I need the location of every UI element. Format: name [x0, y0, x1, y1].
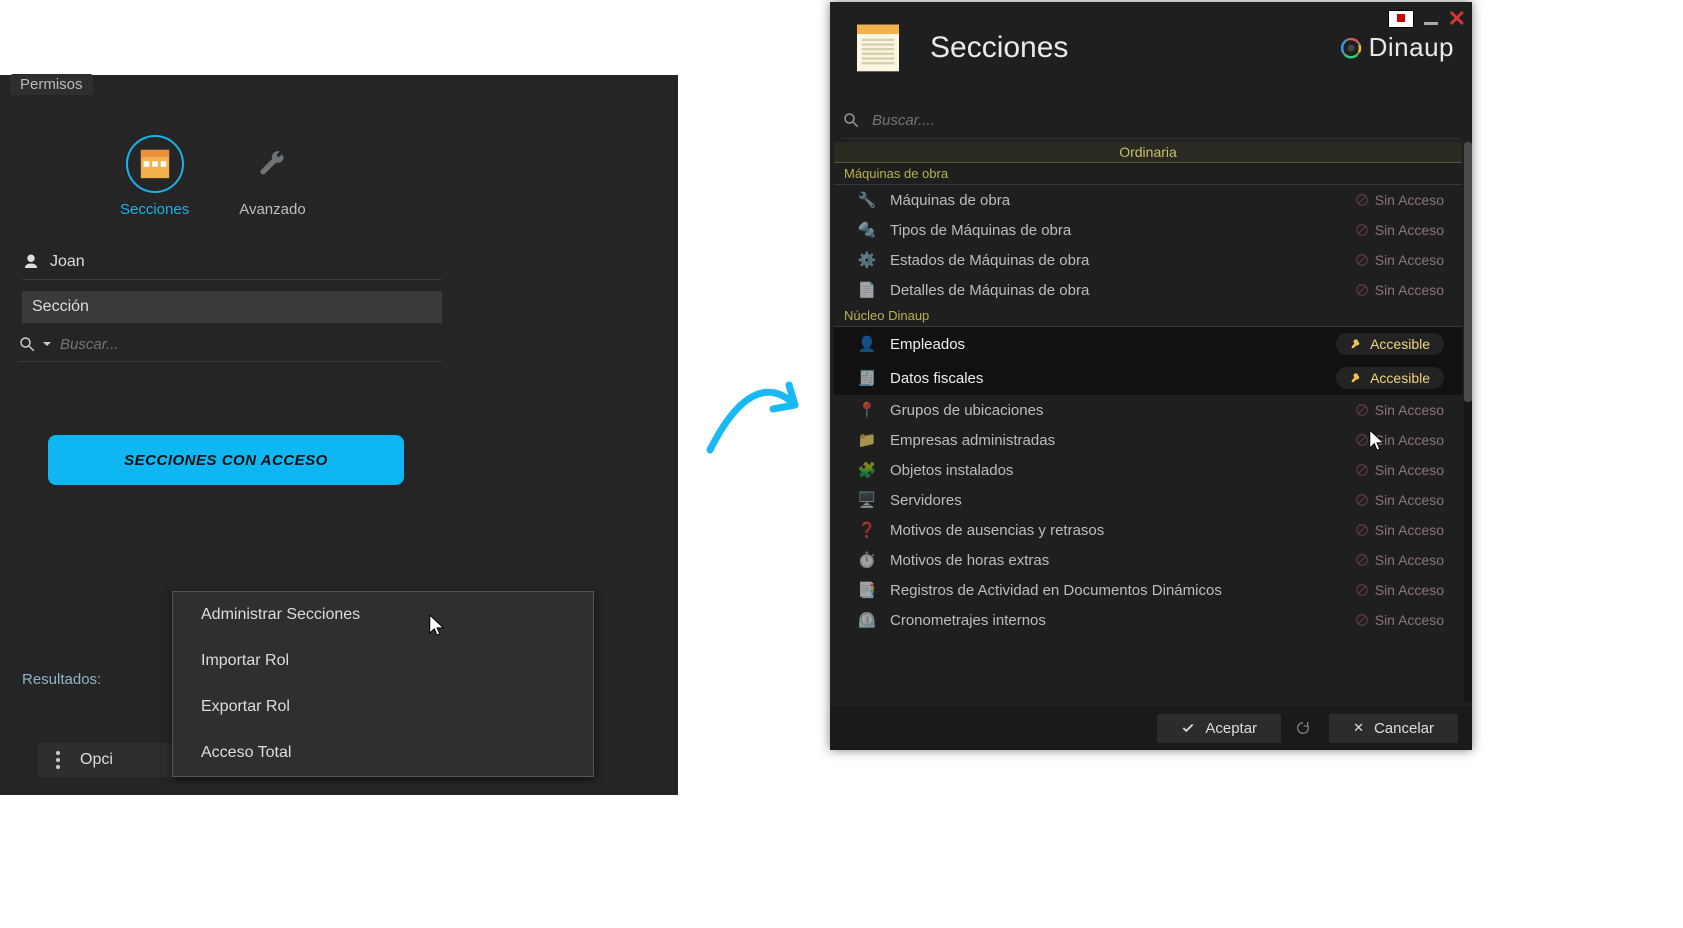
- item-icon: ❓: [856, 521, 878, 539]
- cancel-button[interactable]: ✕ Cancelar: [1329, 714, 1458, 743]
- gear-icon: [1339, 36, 1363, 60]
- mode-switch: Secciones Avanzado: [120, 135, 306, 218]
- list-item[interactable]: 🔩 Tipos de Máquinas de obra Sin Acceso: [834, 215, 1462, 245]
- status-badge: Sin Acceso: [1355, 582, 1444, 598]
- list-item[interactable]: ⏲️ Cronometrajes internos Sin Acceso: [834, 605, 1462, 635]
- window-controls: ✕: [1388, 6, 1466, 32]
- menu-importar-rol[interactable]: Importar Rol: [173, 638, 593, 684]
- sections-doc-icon: [850, 20, 906, 76]
- item-icon: 🔩: [856, 221, 878, 239]
- flag-icon[interactable]: [1388, 10, 1414, 28]
- status-badge: Sin Acceso: [1355, 552, 1444, 568]
- menu-exportar-rol[interactable]: Exportar Rol: [173, 684, 593, 730]
- x-icon: ✕: [1353, 720, 1364, 736]
- brand-label: Dinaup: [1369, 32, 1454, 63]
- section-search-input[interactable]: [58, 335, 442, 354]
- list-item[interactable]: 🧩 Objetos instalados Sin Acceso: [834, 455, 1462, 485]
- section-search: [18, 327, 442, 362]
- section-header: Sección: [22, 291, 442, 323]
- status-badge: Sin Acceso: [1355, 492, 1444, 508]
- tab-permisos[interactable]: Permisos: [10, 74, 93, 95]
- arrow-icon: [700, 350, 820, 470]
- item-icon: 🖥️: [856, 491, 878, 509]
- list-item[interactable]: 🧾 Datos fiscales Accesible: [834, 361, 1462, 395]
- user-name: Joan: [50, 253, 85, 271]
- dialog-header: Secciones: [850, 20, 1068, 76]
- brand: Dinaup: [1339, 32, 1454, 63]
- status-badge: Sin Acceso: [1355, 282, 1444, 298]
- dropdown-icon[interactable]: [42, 339, 52, 349]
- scrollbar-thumb[interactable]: [1464, 142, 1472, 402]
- mode-avanzado[interactable]: Avanzado: [239, 135, 305, 218]
- list-item[interactable]: ⚙️ Estados de Máquinas de obra Sin Acces…: [834, 245, 1462, 275]
- sections-dialog: ✕ Secciones Dinaup Ordinaria Máquinas de…: [830, 2, 1472, 750]
- item-icon: ⚙️: [856, 251, 878, 269]
- list-item[interactable]: 🔧 Máquinas de obra Sin Acceso: [834, 185, 1462, 215]
- status-badge: Sin Acceso: [1355, 222, 1444, 238]
- status-badge: Sin Acceso: [1355, 192, 1444, 208]
- search-icon: [842, 111, 860, 129]
- mode-secciones[interactable]: Secciones: [120, 135, 189, 218]
- list-item[interactable]: 🖥️ Servidores Sin Acceso: [834, 485, 1462, 515]
- item-icon: 📑: [856, 581, 878, 599]
- sections-list: Ordinaria Máquinas de obra 🔧 Máquinas de…: [834, 142, 1462, 702]
- close-button[interactable]: ✕: [1448, 6, 1466, 32]
- refresh-icon[interactable]: [1295, 720, 1311, 736]
- mode-secciones-label: Secciones: [120, 201, 189, 218]
- item-icon: ⏲️: [856, 611, 878, 629]
- list-item[interactable]: ❓ Motivos de ausencias y retrasos Sin Ac…: [834, 515, 1462, 545]
- kebab-icon: [56, 751, 60, 769]
- status-badge: Accesible: [1336, 367, 1444, 389]
- dialog-title: Secciones: [930, 31, 1068, 65]
- dialog-footer: Aceptar ✕ Cancelar: [830, 706, 1472, 750]
- group-nucleo-dinaup: Núcleo Dinaup: [834, 305, 1462, 327]
- list-item[interactable]: ⏱️ Motivos de horas extras Sin Acceso: [834, 545, 1462, 575]
- dialog-search: [842, 102, 1460, 139]
- accept-button[interactable]: Aceptar: [1157, 714, 1281, 743]
- status-badge: Sin Acceso: [1355, 612, 1444, 628]
- item-icon: 👤: [856, 335, 878, 353]
- item-icon: ⏱️: [856, 551, 878, 569]
- sections-with-access-button[interactable]: SECCIONES CON ACCESO: [48, 435, 404, 485]
- status-badge: Sin Acceso: [1355, 522, 1444, 538]
- mode-avanzado-label: Avanzado: [239, 201, 305, 218]
- context-menu: Administrar Secciones Importar Rol Expor…: [172, 591, 594, 777]
- item-icon: 🔧: [856, 191, 878, 209]
- sections-icon: [126, 135, 184, 193]
- check-icon: [1181, 721, 1195, 735]
- menu-administrar-secciones[interactable]: Administrar Secciones: [173, 592, 593, 638]
- list-item[interactable]: 📍 Grupos de ubicaciones Sin Acceso: [834, 395, 1462, 425]
- group-maquinas-de-obra: Máquinas de obra: [834, 163, 1462, 185]
- user-row: Joan: [22, 245, 442, 280]
- cursor-icon: [428, 613, 446, 639]
- list-item[interactable]: 👤 Empleados Accesible: [834, 327, 1462, 361]
- minimize-button[interactable]: [1424, 22, 1438, 25]
- dialog-search-input[interactable]: [870, 111, 1460, 130]
- permissions-panel: Permisos Secciones Avanzado Joan Sección…: [0, 75, 678, 795]
- results-label: Resultados:: [22, 671, 172, 688]
- status-badge: Accesible: [1336, 333, 1444, 355]
- item-icon: 📄: [856, 281, 878, 299]
- search-icon: [18, 335, 36, 353]
- status-badge: Sin Acceso: [1355, 252, 1444, 268]
- item-icon: 🧩: [856, 461, 878, 479]
- list-item[interactable]: 📄 Detalles de Máquinas de obra Sin Acces…: [834, 275, 1462, 305]
- item-icon: 🧾: [856, 369, 878, 387]
- list-item[interactable]: 📑 Registros de Actividad en Documentos D…: [834, 575, 1462, 605]
- wrench-icon: [243, 135, 301, 193]
- category-ordinaria[interactable]: Ordinaria: [834, 142, 1462, 163]
- menu-acceso-total[interactable]: Acceso Total: [173, 730, 593, 776]
- item-icon: 📁: [856, 431, 878, 449]
- user-icon: [22, 253, 40, 271]
- item-icon: 📍: [856, 401, 878, 419]
- status-badge: Sin Acceso: [1355, 462, 1444, 478]
- cursor-icon: [1368, 428, 1386, 454]
- status-badge: Sin Acceso: [1355, 402, 1444, 418]
